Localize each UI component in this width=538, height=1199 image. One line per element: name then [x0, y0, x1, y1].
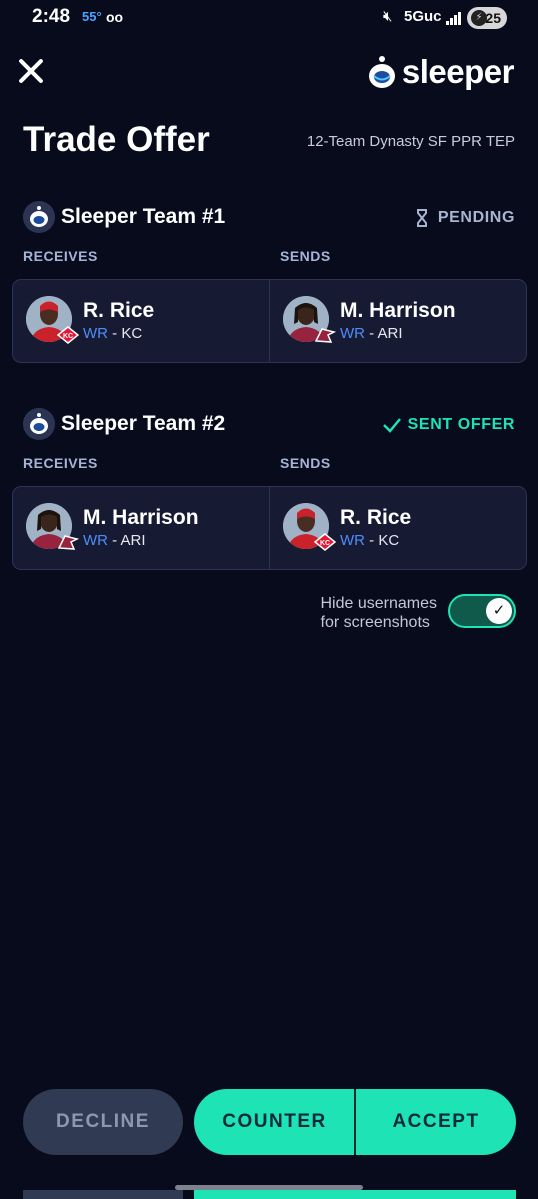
status-temperature: 55° [82, 9, 102, 24]
decline-button[interactable]: DECLINE [23, 1089, 183, 1155]
team-name: Sleeper Team #1 [61, 205, 226, 228]
player-team: - ARI [369, 325, 403, 342]
player-receive[interactable]: M. Harrison WR - ARI [13, 487, 269, 569]
brand-name: sleeper [401, 53, 515, 90]
trade-card-2: M. Harrison WR - ARI KC R. Rice WR - KC [12, 486, 527, 570]
player-position: WR [83, 532, 108, 549]
team-status: PENDING [415, 209, 515, 227]
player-meta: WR - KC [340, 532, 399, 549]
receives-label: RECEIVES [23, 248, 98, 264]
toggle-label-line1: Hide usernames [320, 595, 438, 612]
sends-label: SENDS [280, 248, 331, 264]
battery-indicator: ⚡ 25 [467, 7, 507, 29]
player-send[interactable]: M. Harrison WR - ARI [269, 280, 526, 362]
page-title: Trade Offer [23, 120, 210, 159]
hourglass-icon [416, 209, 427, 227]
column-labels-1: RECEIVES SENDS [23, 248, 515, 268]
team-header-1: Sleeper Team #1 PENDING [23, 201, 515, 235]
player-meta: WR - KC [83, 325, 142, 342]
player-meta: WR - ARI [83, 532, 146, 549]
signal-icon [446, 11, 462, 25]
accept-button[interactable]: ACCEPT [356, 1089, 516, 1155]
accept-button-shadow [194, 1190, 516, 1199]
player-team: - KC [112, 325, 143, 342]
status-label: PENDING [437, 209, 515, 226]
sends-label: SENDS [280, 455, 331, 471]
team-avatar [23, 201, 55, 233]
voicemail-icon: oo [106, 9, 124, 25]
ari-logo-icon [57, 535, 79, 550]
status-network: 5Guc [404, 8, 442, 25]
hide-usernames-label: Hide usernames for screenshots [321, 594, 438, 632]
player-team: - ARI [112, 532, 146, 549]
league-name: 12-Team Dynasty SF PPR TEP [306, 133, 515, 150]
kc-logo-icon: KC [314, 533, 336, 551]
kc-logo-icon: KC [57, 326, 79, 344]
player-name: M. Harrison [340, 299, 456, 322]
status-time: 2:48 [32, 6, 71, 27]
hide-usernames-toggle[interactable]: ✓ [448, 594, 516, 628]
svg-text:KC: KC [63, 333, 73, 340]
team-status: SENT OFFER [382, 416, 515, 434]
toggle-label-line2: for screenshots [320, 614, 430, 631]
player-position: WR [340, 325, 365, 342]
close-icon[interactable] [14, 54, 48, 88]
player-team: - KC [369, 532, 400, 549]
player-position: WR [340, 532, 365, 549]
trade-card-1: KC R. Rice WR - KC M. Harrison WR - ARI [12, 279, 527, 363]
player-name: M. Harrison [83, 506, 199, 529]
team-header-2: Sleeper Team #2 SENT OFFER [23, 408, 515, 442]
player-name: R. Rice [340, 506, 412, 529]
decline-button-shadow [23, 1190, 183, 1199]
receives-label: RECEIVES [23, 455, 98, 471]
sleeper-mascot-icon [368, 56, 395, 88]
status-bar: 2:48 55° oo 🔇︎ 5Guc ⚡ 25 [0, 0, 538, 38]
mute-icon: 🔇︎ [383, 8, 393, 25]
battery-level: 25 [485, 10, 501, 26]
charging-icon: ⚡ [471, 10, 487, 26]
player-position: WR [83, 325, 108, 342]
team-name: Sleeper Team #2 [61, 412, 226, 435]
sleeper-logo: sleeper [368, 52, 515, 92]
checkmark-icon [382, 418, 401, 433]
team-avatar [23, 408, 55, 440]
home-indicator[interactable] [175, 1185, 363, 1190]
player-meta: WR - ARI [340, 325, 403, 342]
player-receive[interactable]: KC R. Rice WR - KC [13, 280, 269, 362]
counter-button[interactable]: COUNTER [194, 1089, 355, 1155]
column-labels-2: RECEIVES SENDS [23, 455, 515, 475]
player-send[interactable]: KC R. Rice WR - KC [269, 487, 526, 569]
ari-logo-icon [314, 328, 336, 343]
player-name: R. Rice [83, 299, 155, 322]
status-label: SENT OFFER [407, 416, 515, 433]
checkmark-icon: ✓ [486, 598, 512, 624]
svg-text:KC: KC [320, 540, 330, 547]
